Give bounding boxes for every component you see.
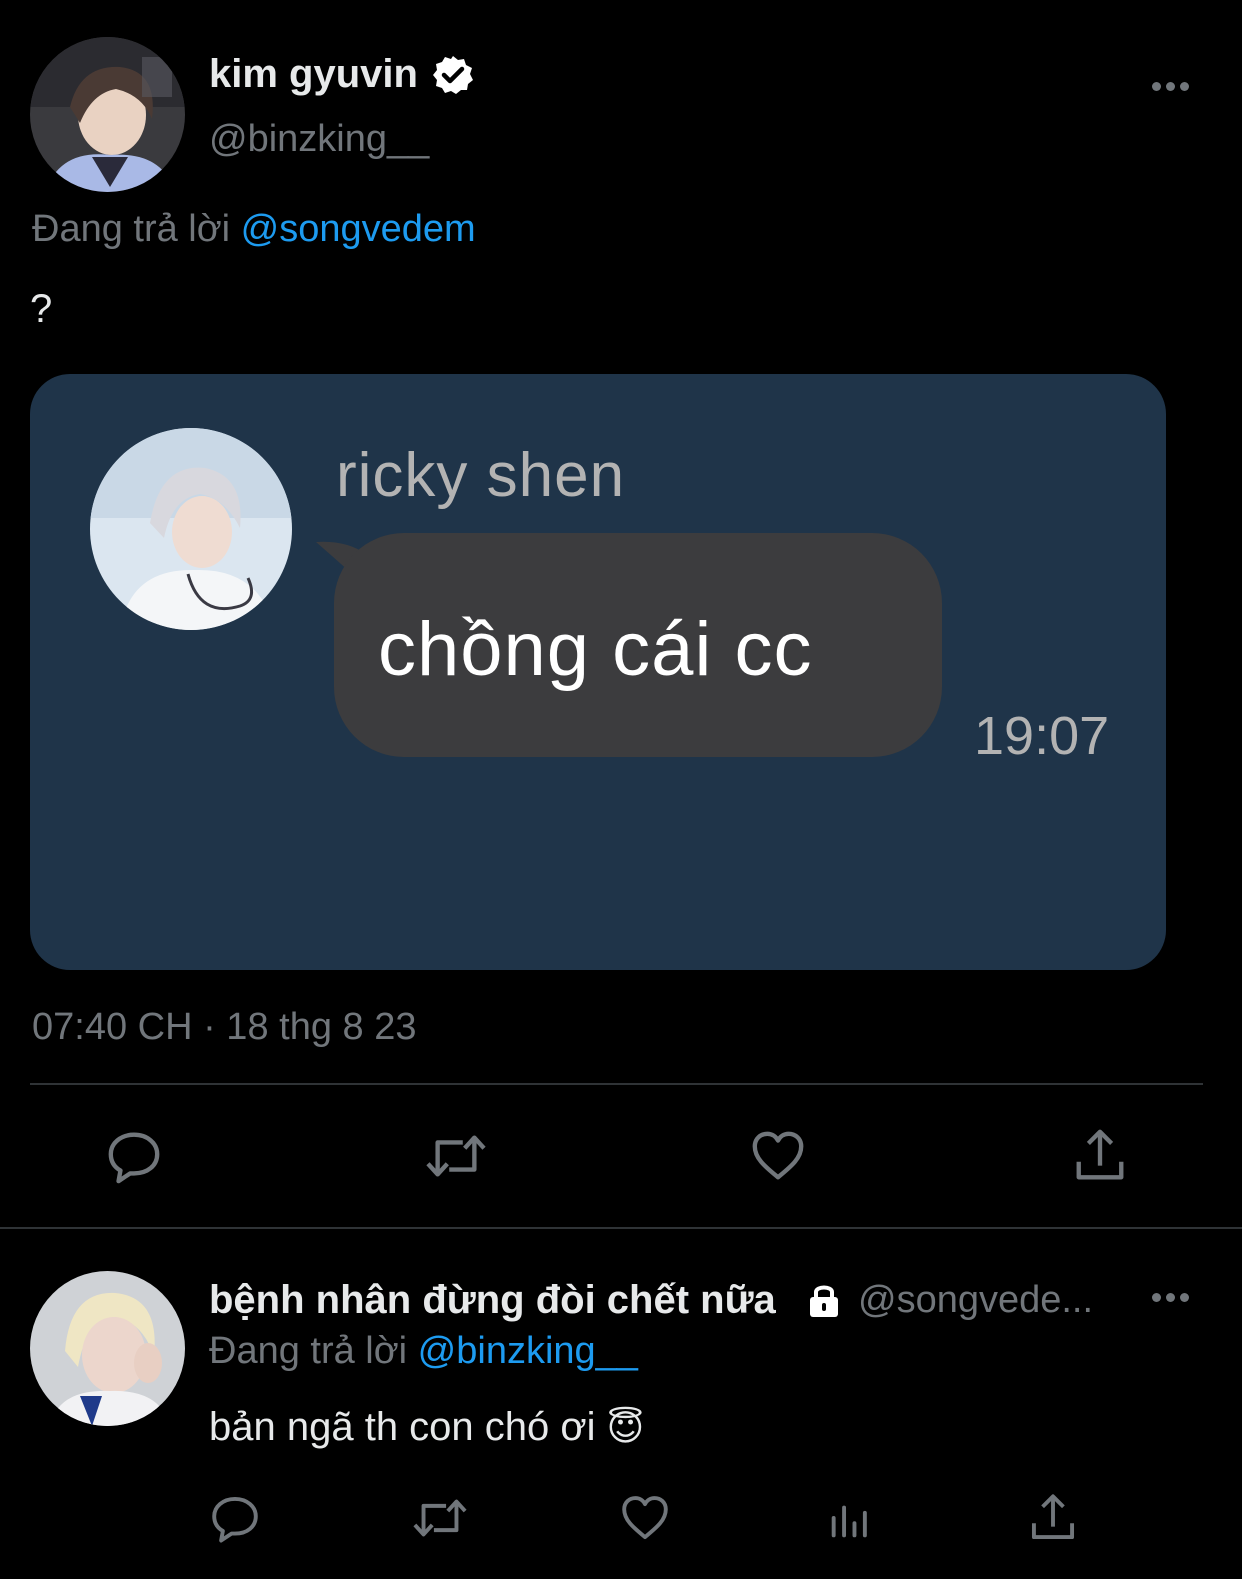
replying-to-link[interactable]: @binzking__ <box>418 1330 638 1372</box>
reply-author-handle[interactable]: @songvede... <box>858 1279 1093 1322</box>
verified-badge-icon <box>432 54 474 96</box>
reply-text: bản ngã th con chó ơi 😇 <box>209 1405 645 1449</box>
chat-time: 19:07 <box>974 706 1110 766</box>
chat-avatar <box>90 428 292 630</box>
replying-to-link[interactable]: @songvedem <box>241 208 476 250</box>
reply-icon <box>108 1132 160 1184</box>
share-icon <box>1031 1494 1075 1540</box>
share-icon <box>1076 1129 1124 1180</box>
author-name[interactable]: kim gyuvin <box>209 52 418 97</box>
share-button[interactable] <box>1066 1122 1134 1190</box>
views-icon <box>831 1505 867 1538</box>
reply-reply-button[interactable] <box>204 1488 266 1548</box>
reply-author-name[interactable]: bệnh nhân đừng đòi chết nữa <box>209 1278 776 1323</box>
reply-share-button[interactable] <box>1022 1488 1084 1548</box>
reply-views-button[interactable] <box>820 1488 882 1548</box>
reply-like-button[interactable] <box>614 1488 676 1548</box>
chat-contact-name: ricky shen <box>336 441 626 510</box>
chat-message: chồng cái cc <box>378 607 813 692</box>
replying-to-label: Đang trả lời <box>32 208 231 250</box>
tweet-text: ? <box>30 287 53 331</box>
reply-replying-to: Đang trả lời @binzking__ <box>209 1330 638 1373</box>
author-handle[interactable]: @binzking__ <box>209 118 429 161</box>
divider <box>0 1227 1242 1229</box>
tweet-timestamp[interactable]: 07:40 CH · 18 thg 8 23 <box>32 1006 416 1049</box>
reply-icon <box>212 1496 258 1543</box>
replying-to: Đang trả lời @songvedem <box>32 208 476 251</box>
reply-retweet-button[interactable] <box>408 1488 472 1548</box>
more-options-icon[interactable] <box>1152 82 1192 94</box>
reply-more-options-icon[interactable] <box>1152 1293 1192 1305</box>
like-icon <box>622 1496 668 1540</box>
retweet-button[interactable] <box>420 1122 492 1190</box>
reply-button[interactable] <box>100 1122 168 1190</box>
replying-to-label: Đang trả lời <box>209 1330 408 1372</box>
retweet-icon <box>426 1135 486 1177</box>
reply-author-avatar[interactable] <box>30 1271 185 1426</box>
smiling-angel-emoji: 😇 <box>606 1408 645 1449</box>
lock-icon <box>804 1280 844 1320</box>
like-button[interactable] <box>744 1122 812 1190</box>
like-icon <box>752 1131 804 1180</box>
divider <box>30 1083 1203 1085</box>
retweet-icon <box>413 1499 467 1537</box>
author-avatar[interactable] <box>30 37 185 192</box>
